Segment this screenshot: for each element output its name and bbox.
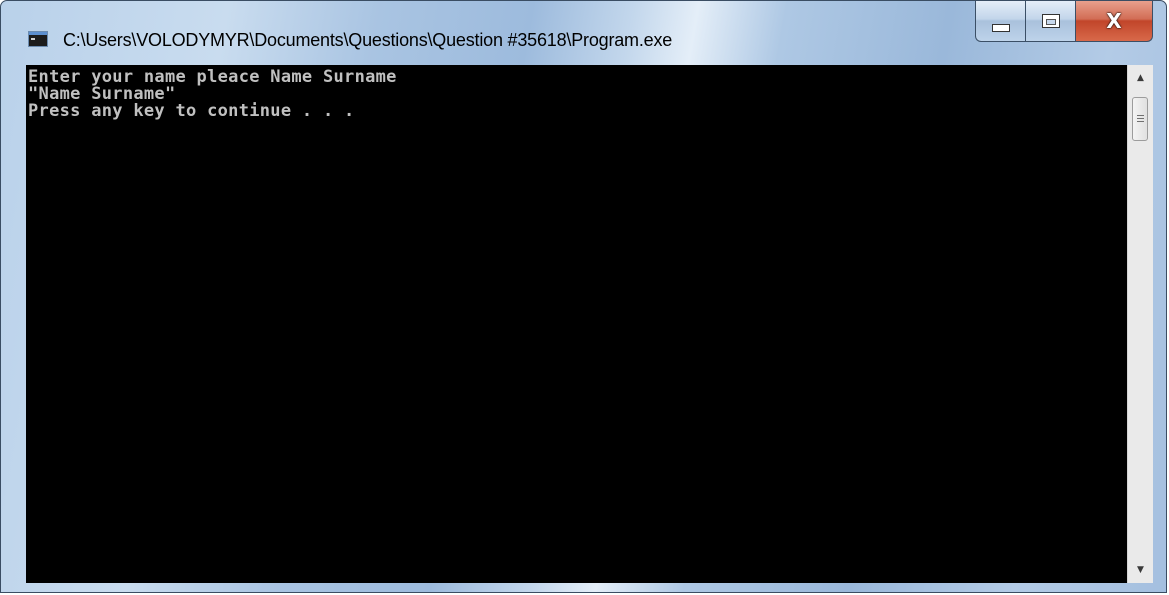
scroll-up-arrow-icon[interactable]: ▲	[1128, 65, 1153, 91]
close-icon: X	[1106, 9, 1122, 33]
maximize-icon	[1041, 14, 1060, 28]
scroll-down-arrow-icon[interactable]: ▼	[1128, 557, 1153, 583]
console-lines: Enter your name pleace Name Surname "Nam…	[26, 65, 1127, 120]
caption-buttons: X	[975, 1, 1153, 42]
console-app-icon[interactable]	[28, 31, 48, 47]
console-output[interactable]: Enter your name pleace Name Surname "Nam…	[26, 65, 1127, 583]
console-line: Press any key to continue . . .	[28, 101, 355, 121]
console-line: Enter your name pleace Name Surname	[28, 67, 397, 87]
window-title: C:\Users\VOLODYMYR\Documents\Questions\Q…	[63, 30, 673, 50]
minimize-icon	[991, 24, 1010, 32]
vertical-scrollbar[interactable]: ▲ ▼	[1127, 65, 1153, 583]
grip-icon	[1136, 114, 1144, 124]
title-bar[interactable]: C:\Users\VOLODYMYR\Documents\Questions\Q…	[1, 1, 1166, 65]
maximize-button[interactable]	[1025, 1, 1075, 42]
close-button[interactable]: X	[1075, 1, 1153, 42]
scroll-thumb[interactable]	[1132, 97, 1148, 141]
minimize-button[interactable]	[975, 1, 1025, 42]
console-window: C:\Users\VOLODYMYR\Documents\Questions\Q…	[0, 0, 1167, 593]
